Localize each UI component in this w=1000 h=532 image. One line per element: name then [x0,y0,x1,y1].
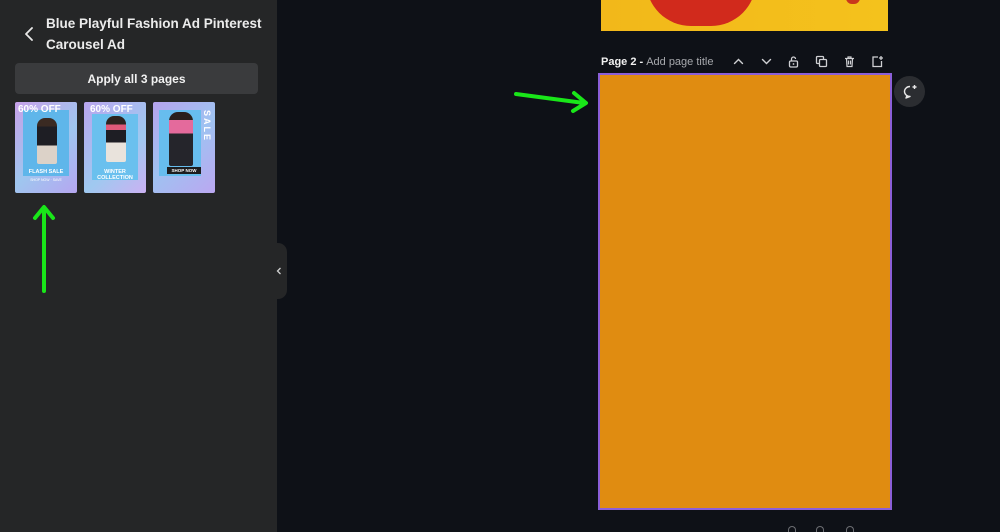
move-page-down-button[interactable] [757,53,775,70]
duplicate-page-button[interactable] [812,53,830,70]
page-title-input[interactable]: Add page title [646,56,713,68]
comment-add-icon [903,84,916,99]
thumbnail-caption: SHOP NOW [167,167,201,174]
model-photo [106,116,126,162]
page-1-preview[interactable] [601,0,888,31]
unlock-icon [788,56,798,68]
partial-icon [816,526,824,532]
model-photo [37,118,57,164]
partial-icon [788,526,796,532]
bottom-toolbar-partial [788,526,888,532]
duplicate-icon [815,55,827,68]
chevron-left-icon [276,267,281,275]
thumbnail-headline: 60% OFF [18,104,61,115]
back-button[interactable] [18,22,42,46]
page-2-canvas[interactable] [598,73,892,510]
apply-all-pages-button[interactable]: Apply all 3 pages [15,63,258,94]
model-photo [169,112,193,166]
chevron-up-icon [733,58,743,65]
thumbnail-caption: FLASH SALE [28,169,64,175]
annotation-arrow-right [514,91,588,113]
add-comment-button[interactable] [894,76,925,107]
annotation-arrow-up [33,205,55,293]
delete-page-button[interactable] [840,53,858,70]
lock-page-button[interactable] [784,53,802,70]
move-page-up-button[interactable] [729,53,747,70]
chevron-left-icon [25,27,33,41]
page-header: Page 2 - Add page title [601,53,891,70]
partial-icon [846,526,854,532]
thumbnail-headline: 60% OFF [90,104,133,115]
chevron-down-icon [761,58,771,65]
trash-icon [844,56,854,68]
page-label: Page 2 - [601,55,644,68]
thumbnail-subcaption: SHOP NOW · SAVE [30,178,62,182]
template-title: Blue Playful Fashion Ad Pinterest Carous… [46,16,262,52]
thumbnail-caption: WINTER COLLECTION [97,169,133,181]
template-page-thumbnail-3[interactable]: SALE SHOP NOW [153,102,215,193]
add-page-button[interactable] [868,53,886,70]
add-page-icon [871,56,883,68]
template-page-thumbnail-1[interactable]: 60% OFF FLASH SALE SHOP NOW · SAVE [15,102,77,193]
thumbnail-headline: SALE [202,110,212,143]
collapse-panel-handle[interactable] [270,243,287,299]
template-page-thumbnail-2[interactable]: 60% OFF WINTER COLLECTION [84,102,146,193]
